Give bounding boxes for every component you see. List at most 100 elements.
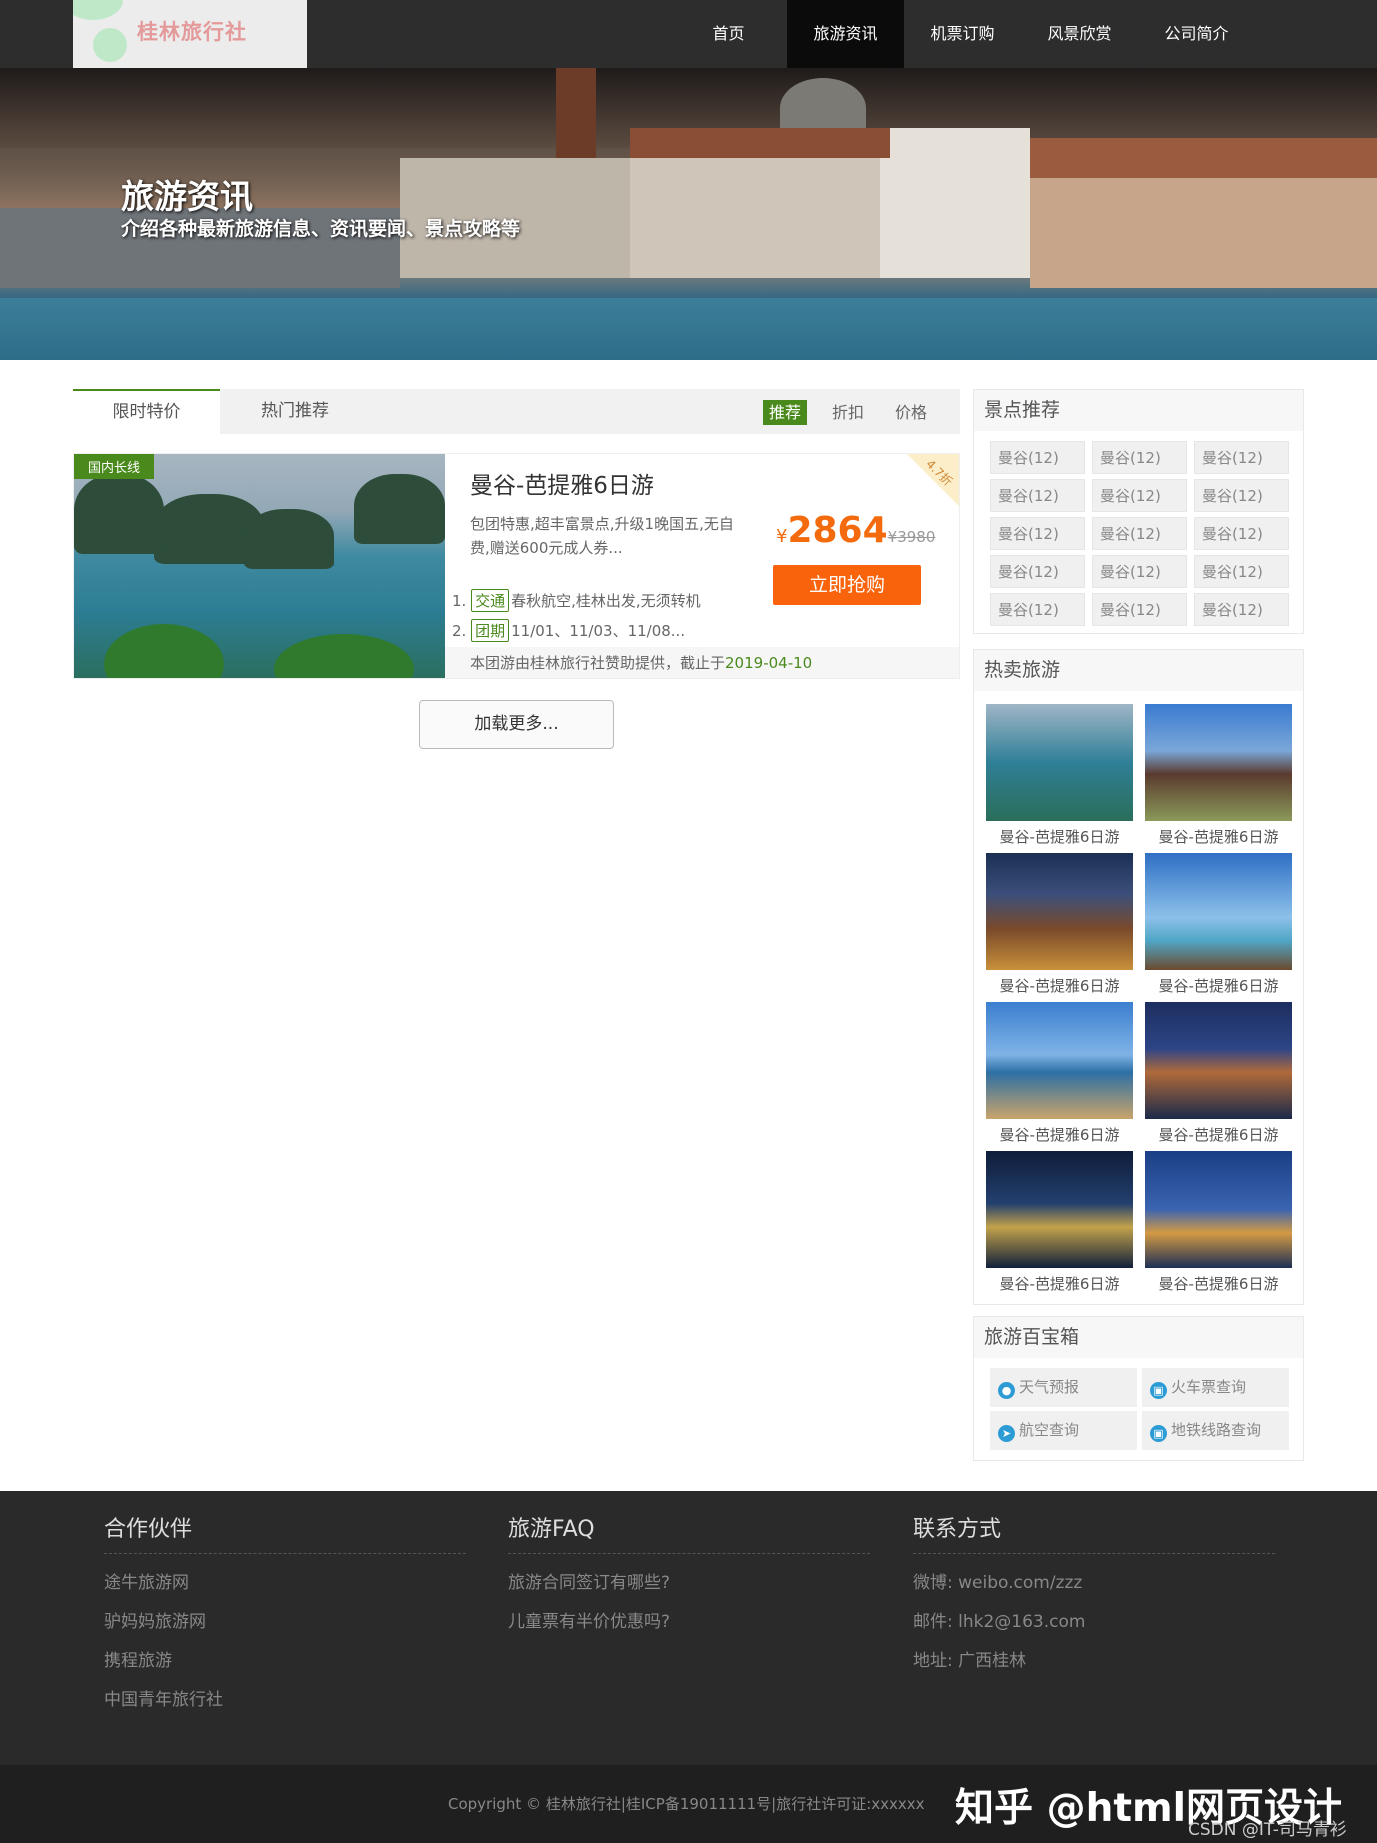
- footer-heading: 联系方式: [913, 1511, 1275, 1554]
- spot-item[interactable]: 曼谷(12): [990, 479, 1085, 512]
- banner-water: [0, 298, 1377, 360]
- footer-link[interactable]: 途牛旅游网: [104, 1568, 466, 1593]
- logo-decoration: [93, 28, 127, 62]
- spot-item[interactable]: 曼谷(12): [1194, 441, 1289, 474]
- nav-item-flight-booking[interactable]: 机票订购: [904, 0, 1021, 68]
- hot-travel-item[interactable]: 曼谷-芭提雅6日游: [986, 704, 1133, 847]
- copyright-bar: Copyright © 桂林旅行社|桂ICP备19011111号|旅行社许可证:…: [0, 1765, 1377, 1843]
- hot-travel-thumbnail[interactable]: [986, 704, 1133, 821]
- spot-item[interactable]: 曼谷(12): [1092, 593, 1187, 626]
- deadline-date: 2019-04-10: [725, 654, 813, 672]
- spot-item[interactable]: 曼谷(12): [1194, 479, 1289, 512]
- product-tabs: 限时特价 热门推荐 推荐 折扣 价格: [73, 389, 960, 434]
- logo-text: 桂林旅行社: [137, 20, 247, 44]
- hot-travel-thumbnail[interactable]: [1145, 1002, 1292, 1119]
- load-more-button[interactable]: 加载更多...: [419, 700, 614, 749]
- nav-item-travel-news[interactable]: 旅游资讯: [787, 0, 904, 68]
- roof: [630, 128, 890, 158]
- logo-decoration: [73, 0, 123, 20]
- sort-price[interactable]: 价格: [889, 400, 933, 425]
- price-currency: ¥: [776, 526, 788, 547]
- footer-heading: 合作伙伴: [104, 1511, 466, 1554]
- site-footer: 合作伙伴 途牛旅游网 驴妈妈旅游网 携程旅游 中国青年旅行社 旅游FAQ 旅游合…: [0, 1491, 1377, 1765]
- spot-item[interactable]: 曼谷(12): [1092, 479, 1187, 512]
- hot-travel-item[interactable]: 曼谷-芭提雅6日游: [1145, 1151, 1292, 1294]
- hot-travel-item[interactable]: 曼谷-芭提雅6日游: [986, 1002, 1133, 1145]
- hot-travel-thumbnail[interactable]: [1145, 1151, 1292, 1268]
- hot-travel-item[interactable]: 曼谷-芭提雅6日游: [1145, 853, 1292, 996]
- feature-number: 2.: [452, 622, 467, 640]
- sponsor-note: 本团游由桂林旅行社赞助提供，截止于2019-04-10: [445, 647, 959, 678]
- footer-link[interactable]: 携程旅游: [104, 1646, 466, 1671]
- hot-travel-item[interactable]: 曼谷-芭提雅6日游: [986, 853, 1133, 996]
- hot-travel-caption[interactable]: 曼谷-芭提雅6日游: [986, 1273, 1133, 1294]
- hot-travel-thumbnail[interactable]: [1145, 704, 1292, 821]
- spot-item[interactable]: 曼谷(12): [990, 555, 1085, 588]
- spot-item[interactable]: 曼谷(12): [1092, 555, 1187, 588]
- hot-travel-item[interactable]: 曼谷-芭提雅6日游: [1145, 704, 1292, 847]
- foliage: [274, 634, 414, 678]
- tab-hot-recommend[interactable]: 热门推荐: [220, 389, 370, 434]
- weather-forecast-link[interactable]: ● 天气预报: [990, 1368, 1137, 1407]
- spot-item[interactable]: 曼谷(12): [1194, 517, 1289, 550]
- roof: [1030, 138, 1377, 178]
- hot-travel-item[interactable]: 曼谷-芭提雅6日游: [1145, 1002, 1292, 1145]
- spot-item[interactable]: 曼谷(12): [990, 517, 1085, 550]
- banner-title: 旅游资讯: [121, 177, 253, 216]
- toolbox-label: 地铁线路查询: [1171, 1421, 1262, 1439]
- train-icon: ▣: [1150, 1382, 1167, 1399]
- sort-discount[interactable]: 折扣: [826, 400, 870, 425]
- feature-number: 1.: [452, 592, 467, 610]
- building: [630, 158, 880, 278]
- product-card: 国内长线 4.7折 曼谷-芭提雅6日游 包团特惠,超丰富景点,升级1晚国五,无自…: [73, 453, 960, 679]
- spot-item[interactable]: 曼谷(12): [990, 593, 1085, 626]
- hot-travel-panel: 热卖旅游 曼谷-芭提雅6日游 曼谷-芭提雅6日游 曼谷-芭提雅6日游 曼谷-芭提雅6日…: [973, 649, 1304, 1305]
- nav-item-home[interactable]: 首页: [670, 0, 787, 68]
- contact-item: 微博: weibo.com/zzz: [913, 1573, 1083, 1593]
- feature-schedule: 2. 团期 11/01、11/03、11/08...: [452, 619, 685, 642]
- location-icon: ●: [998, 1382, 1015, 1399]
- spot-item[interactable]: 曼谷(12): [990, 441, 1085, 474]
- hot-travel-caption[interactable]: 曼谷-芭提雅6日游: [1145, 1124, 1292, 1145]
- toolbox-label: 航空查询: [1019, 1421, 1080, 1439]
- train-ticket-link[interactable]: ▣ 火车票查询: [1142, 1368, 1289, 1407]
- hot-travel-thumbnail[interactable]: [986, 1002, 1133, 1119]
- nav-item-about[interactable]: 公司简介: [1138, 0, 1255, 68]
- metro-route-link[interactable]: ▣ 地铁线路查询: [1142, 1411, 1289, 1450]
- buy-now-button[interactable]: 立即抢购: [773, 565, 921, 605]
- spot-item[interactable]: 曼谷(12): [1092, 517, 1187, 550]
- hot-travel-caption[interactable]: 曼谷-芭提雅6日游: [1145, 975, 1292, 996]
- site-logo[interactable]: 桂林旅行社: [73, 0, 307, 68]
- panel-title: 热卖旅游: [974, 650, 1303, 691]
- footer-link[interactable]: 中国青年旅行社: [104, 1685, 466, 1710]
- feature-text: 11/01、11/03、11/08...: [511, 622, 686, 640]
- travel-toolbox-panel: 旅游百宝箱 ● 天气预报 ▣ 火车票查询 ➤ 航空查询 ▣ 地铁线路查询: [973, 1316, 1304, 1461]
- hot-travel-thumbnail[interactable]: [986, 853, 1133, 970]
- hot-travel-caption[interactable]: 曼谷-芭提雅6日游: [986, 975, 1133, 996]
- hot-travel-caption[interactable]: 曼谷-芭提雅6日游: [1145, 826, 1292, 847]
- spot-item[interactable]: 曼谷(12): [1194, 555, 1289, 588]
- footer-link[interactable]: 旅游合同签订有哪些?: [508, 1568, 870, 1593]
- old-price: ¥3980: [887, 528, 936, 546]
- nav-item-scenery[interactable]: 风景欣赏: [1021, 0, 1138, 68]
- hot-travel-item[interactable]: 曼谷-芭提雅6日游: [986, 1151, 1133, 1294]
- spot-item[interactable]: 曼谷(12): [1194, 593, 1289, 626]
- product-title[interactable]: 曼谷-芭提雅6日游: [470, 466, 654, 500]
- product-category-tag: 国内长线: [74, 454, 155, 479]
- tab-limited-offer[interactable]: 限时特价: [73, 389, 220, 434]
- product-description: 包团特惠,超丰富景点,升级1晚国五,无自费,赠送600元成人券...: [470, 515, 734, 557]
- metro-icon: ▣: [1150, 1425, 1167, 1442]
- banner-subtitle: 介绍各种最新旅游信息、资讯要闻、景点攻略等: [121, 218, 521, 240]
- spot-item[interactable]: 曼谷(12): [1092, 441, 1187, 474]
- hot-travel-thumbnail[interactable]: [986, 1151, 1133, 1268]
- flight-query-link[interactable]: ➤ 航空查询: [990, 1411, 1137, 1450]
- island: [354, 474, 445, 544]
- hot-travel-caption[interactable]: 曼谷-芭提雅6日游: [1145, 1273, 1292, 1294]
- footer-link[interactable]: 驴妈妈旅游网: [104, 1607, 466, 1632]
- footer-link[interactable]: 儿童票有半价优惠吗?: [508, 1607, 870, 1632]
- hot-travel-caption[interactable]: 曼谷-芭提雅6日游: [986, 826, 1133, 847]
- hot-travel-thumbnail[interactable]: [1145, 853, 1292, 970]
- product-photo[interactable]: 国内长线: [74, 454, 445, 678]
- sort-recommend[interactable]: 推荐: [763, 400, 808, 425]
- hot-travel-caption[interactable]: 曼谷-芭提雅6日游: [986, 1124, 1133, 1145]
